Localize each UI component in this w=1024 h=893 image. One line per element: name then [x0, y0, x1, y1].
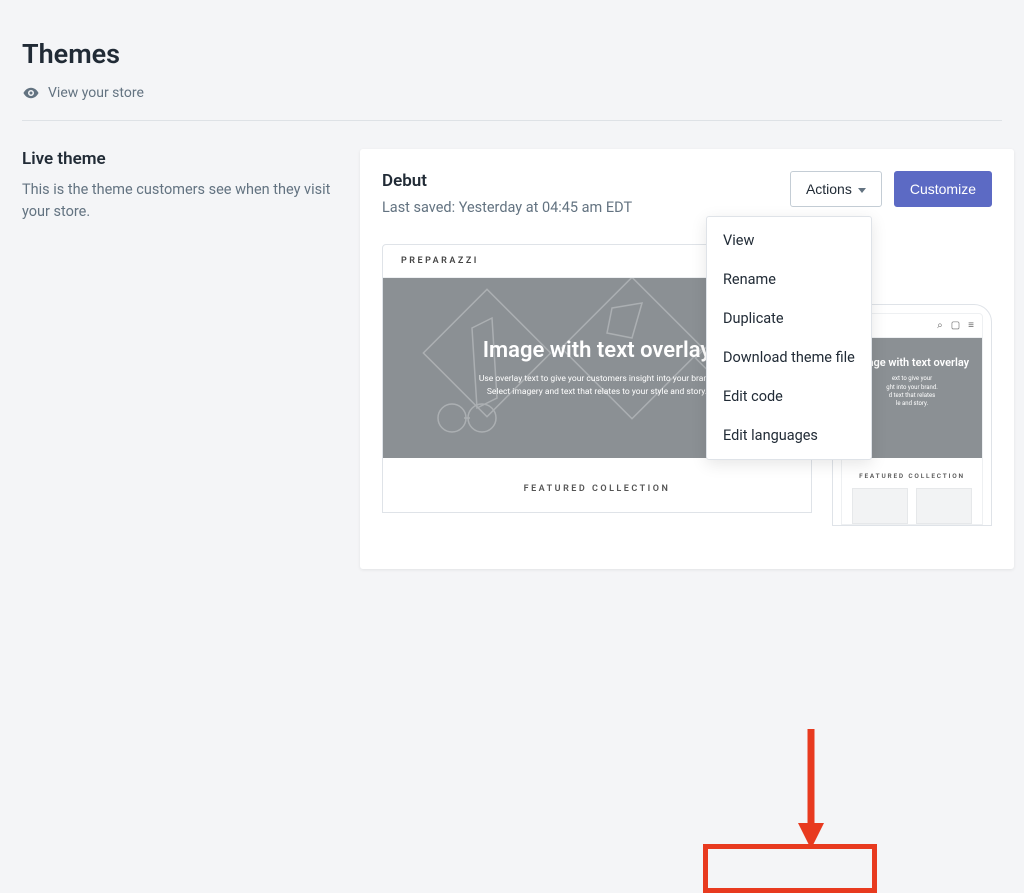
bag-icon: ▢: [951, 320, 960, 331]
preview-brand: PREPARAZZI: [401, 256, 479, 266]
search-icon: ⌕: [937, 320, 943, 331]
dropdown-item-download[interactable]: Download theme file: [707, 338, 871, 377]
menu-icon: ≡: [968, 320, 974, 331]
dropdown-item-edit-languages[interactable]: Edit languages: [707, 416, 871, 455]
dropdown-item-duplicate[interactable]: Duplicate: [707, 299, 871, 338]
mobile-featured-label: FEATURED COLLECTION: [842, 458, 982, 488]
view-store-link[interactable]: View your store: [22, 84, 144, 102]
actions-dropdown: View Rename Duplicate Download theme fil…: [706, 216, 872, 460]
view-store-label: View your store: [48, 85, 144, 101]
eye-icon: [22, 84, 40, 102]
preview-hero-sub2: Select imagery and text that relates to …: [487, 386, 707, 399]
section-description: This is the theme customers see when the…: [22, 179, 332, 223]
mobile-product-placeholder: [916, 488, 972, 524]
mobile-product-placeholder: [852, 488, 908, 524]
section-heading: Live theme: [22, 149, 332, 169]
dropdown-item-rename[interactable]: Rename: [707, 260, 871, 299]
divider: [22, 120, 1002, 121]
page-title: Themes: [22, 38, 1002, 70]
dropdown-item-view[interactable]: View: [707, 221, 871, 260]
theme-card: Debut Last saved: Yesterday at 04:45 am …: [360, 149, 1014, 569]
customize-label: Customize: [910, 181, 976, 197]
annotation-highlight-box: [703, 844, 877, 893]
chevron-down-icon: [858, 188, 866, 193]
preview-featured-label: FEATURED COLLECTION: [383, 458, 811, 512]
preview-hero-title: Image with text overlay: [483, 338, 712, 363]
dropdown-item-edit-code[interactable]: Edit code: [707, 377, 871, 416]
preview-hero-sub1: Use overlay text to give your customers …: [479, 373, 715, 386]
actions-label: Actions: [806, 181, 852, 197]
theme-name: Debut: [382, 171, 790, 191]
actions-button[interactable]: Actions: [790, 171, 882, 207]
customize-button[interactable]: Customize: [894, 171, 992, 207]
theme-last-saved: Last saved: Yesterday at 04:45 am EDT: [382, 199, 790, 216]
annotation-arrow-icon: [794, 725, 828, 851]
